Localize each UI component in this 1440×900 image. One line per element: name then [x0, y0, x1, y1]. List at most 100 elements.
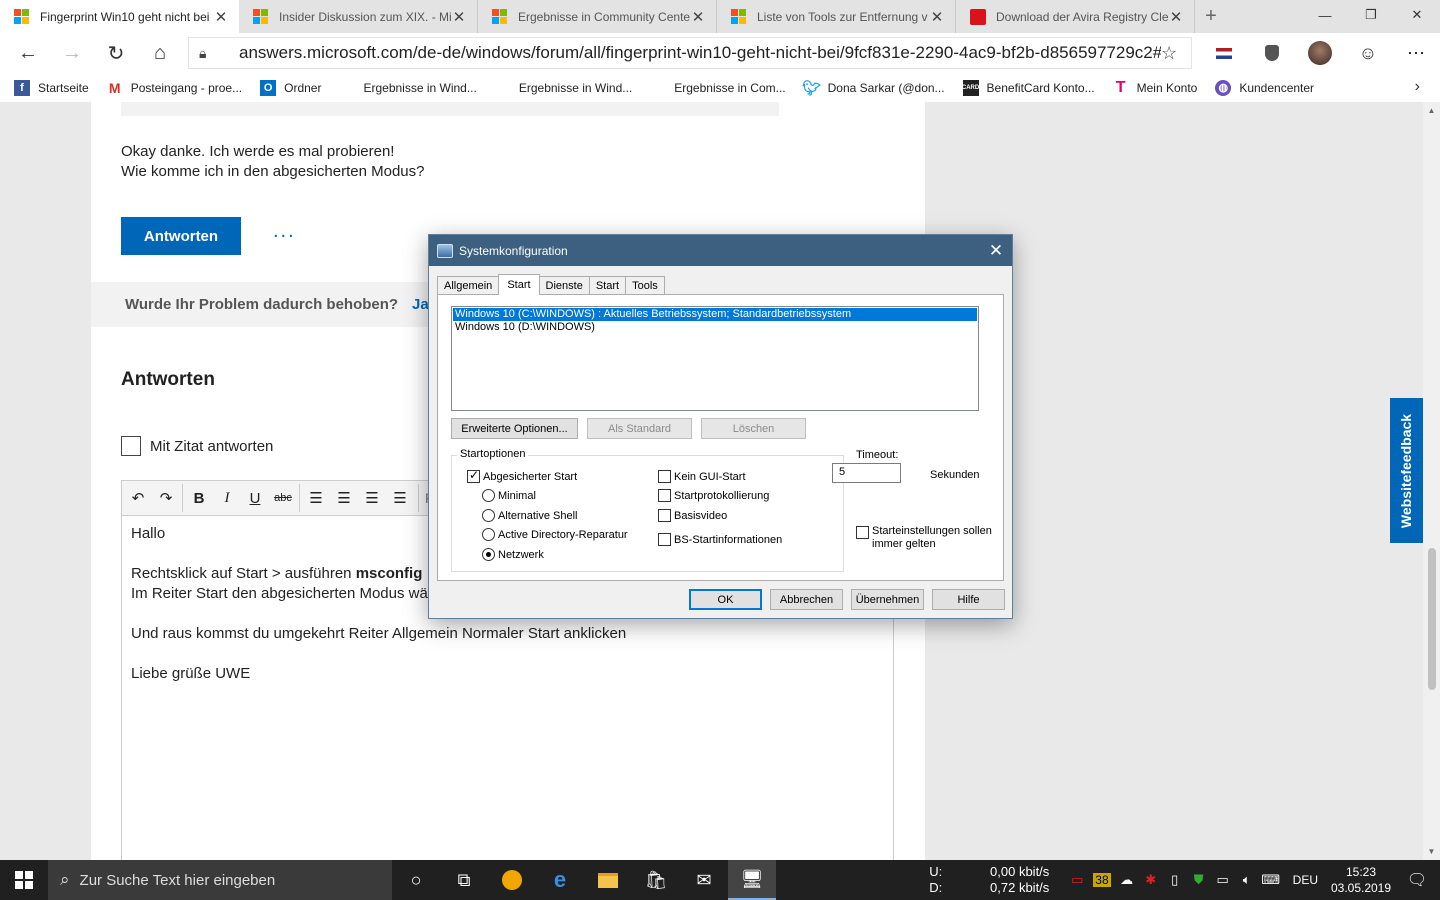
tab-close-icon[interactable]: ✕: [929, 8, 945, 26]
helpful-yes-link[interactable]: Ja: [412, 296, 429, 313]
os-boot-info-checkbox[interactable]: BS-Startinformationen: [658, 533, 782, 546]
refresh-icon[interactable]: ↻: [94, 33, 138, 73]
checkbox-box[interactable]: [658, 470, 671, 483]
browser-tab[interactable]: Insider Diskussion zum XIX. - Mi ✕: [239, 0, 478, 33]
no-gui-boot-checkbox[interactable]: Kein GUI-Start: [658, 470, 746, 483]
boot-log-checkbox[interactable]: Startprotokollierung: [658, 489, 769, 502]
make-permanent-checkbox[interactable]: Starteinstellungen sollen immer gelten: [856, 525, 996, 551]
network-radio[interactable]: Netzwerk: [482, 548, 544, 561]
edge-icon[interactable]: e: [536, 860, 584, 900]
checkbox-box[interactable]: [658, 489, 671, 502]
tab-close-icon[interactable]: ✕: [213, 8, 229, 26]
scroll-up-icon[interactable]: ▲: [1423, 106, 1440, 115]
address-bar[interactable]: 🔒︎ answers.microsoft.com/de-de/windows/f…: [188, 37, 1192, 69]
bookmark-item[interactable]: M Posteingang - proe...: [107, 80, 242, 96]
bookmark-item[interactable]: f Startseite: [14, 79, 89, 96]
italic-icon[interactable]: I: [213, 484, 241, 512]
radio-circle[interactable]: [482, 509, 495, 522]
tab-boot[interactable]: Start: [498, 274, 540, 295]
minimal-radio[interactable]: Minimal: [482, 489, 536, 502]
bookmark-item[interactable]: 🐦︎ Dona Sarkar (@don...: [802, 80, 944, 97]
radio-circle[interactable]: [482, 528, 495, 541]
scroll-down-icon[interactable]: ▼: [1423, 847, 1440, 856]
shield-extension-icon[interactable]: [1248, 33, 1296, 73]
lock-icon[interactable]: 🔒︎: [199, 45, 221, 62]
safe-boot-checkbox[interactable]: Abgesicherter Start: [467, 468, 577, 483]
bug-icon[interactable]: ✱: [1139, 872, 1163, 888]
cancel-button[interactable]: Abbrechen: [770, 589, 843, 610]
browser-tab[interactable]: Liste von Tools zur Entfernung v ✕: [717, 0, 956, 33]
tab-close-icon[interactable]: ✕: [1168, 8, 1184, 26]
start-button[interactable]: [0, 860, 48, 900]
bold-icon[interactable]: B: [185, 484, 213, 512]
checkbox-box[interactable]: [856, 526, 869, 539]
restore-icon[interactable]: ❐: [1348, 0, 1394, 30]
radio-circle[interactable]: [482, 548, 495, 561]
tab-startup[interactable]: Start: [588, 276, 627, 295]
tab-close-icon[interactable]: ✕: [690, 8, 706, 26]
network-icon[interactable]: ▭: [1211, 872, 1235, 888]
cortana-icon[interactable]: ○: [392, 860, 440, 900]
radio-circle[interactable]: [482, 489, 495, 502]
scrollbar-thumb[interactable]: [1428, 548, 1436, 690]
checkbox-box[interactable]: [121, 436, 141, 456]
bookmark-item[interactable]: O Ordner: [260, 79, 321, 96]
keyboard-icon[interactable]: ⌨: [1259, 872, 1283, 888]
file-explorer-icon[interactable]: [584, 860, 632, 900]
task-view-icon[interactable]: ⧉: [440, 860, 488, 900]
os-list-item[interactable]: Windows 10 (D:\WINDOWS): [453, 321, 977, 334]
help-button[interactable]: Hilfe: [932, 589, 1005, 610]
alternate-shell-radio[interactable]: Alternative Shell: [482, 509, 578, 522]
address-url[interactable]: answers.microsoft.com/de-de/windows/foru…: [239, 43, 1161, 63]
base-video-checkbox[interactable]: Basisvideo: [658, 509, 727, 522]
undo-icon[interactable]: ↶: [124, 484, 152, 512]
more-options-button[interactable]: ...: [273, 220, 296, 243]
notification-center-icon[interactable]: 🗨︎: [1394, 870, 1440, 890]
clock[interactable]: 15:23 03.05.2019: [1328, 864, 1394, 896]
bookmark-item[interactable]: Ergebnisse in Com...: [650, 80, 785, 96]
delete-button[interactable]: Löschen: [701, 418, 806, 439]
checkbox-box[interactable]: [658, 533, 671, 546]
language-indicator[interactable]: DEU: [1293, 873, 1318, 887]
tab-services[interactable]: Dienste: [538, 276, 590, 295]
defender-icon[interactable]: ⛊: [1187, 872, 1211, 888]
website-feedback-tab[interactable]: Websitefeedback: [1390, 398, 1423, 543]
strikethrough-icon[interactable]: abc: [269, 484, 297, 512]
settings-more-icon[interactable]: ⋯: [1392, 33, 1440, 73]
redo-icon[interactable]: ↷: [152, 484, 180, 512]
underline-icon[interactable]: U: [241, 484, 269, 512]
feedback-smiley-icon[interactable]: ☺: [1344, 33, 1392, 73]
dialog-close-icon[interactable]: ✕: [980, 241, 1012, 261]
apply-button[interactable]: Übernehmen: [851, 589, 924, 610]
store-icon[interactable]: 🛍︎: [632, 860, 680, 900]
align-center-icon[interactable]: ☰: [330, 484, 358, 512]
quote-reply-checkbox[interactable]: Mit Zitat antworten: [121, 436, 273, 456]
minimize-icon[interactable]: —: [1302, 0, 1348, 30]
align-right-icon[interactable]: ☰: [358, 484, 386, 512]
align-justify-icon[interactable]: ☰: [386, 484, 414, 512]
ok-button[interactable]: OK: [689, 589, 762, 610]
advanced-options-button[interactable]: Erweiterte Optionen...: [451, 418, 578, 439]
favorite-star-icon[interactable]: ☆: [1161, 43, 1181, 64]
edge-canary-icon[interactable]: [488, 860, 536, 900]
close-window-icon[interactable]: ✕: [1394, 0, 1440, 30]
os-list[interactable]: Windows 10 (C:\WINDOWS) : Aktuelles Betr…: [451, 306, 979, 411]
bookmark-item[interactable]: T Mein Konto: [1113, 79, 1198, 96]
browser-tab[interactable]: Ergebnisse in Community Center ✕: [478, 0, 717, 33]
tab-general[interactable]: Allgemein: [437, 276, 500, 295]
onedrive-icon[interactable]: ☁: [1115, 872, 1139, 888]
profile-avatar[interactable]: [1296, 33, 1344, 73]
page-scrollbar[interactable]: ▲ ▼: [1423, 102, 1440, 860]
tab-tools[interactable]: Tools: [625, 276, 665, 295]
forward-arrow-icon[interactable]: →: [50, 33, 94, 73]
checkbox-box[interactable]: [658, 509, 671, 522]
volume-icon[interactable]: 🔈︎: [1235, 872, 1259, 888]
bookmark-item[interactable]: Ergebnisse in Wind...: [495, 80, 632, 96]
align-left-icon[interactable]: ☰: [302, 484, 330, 512]
temperature-badge[interactable]: 38: [1093, 873, 1111, 887]
chevron-right-icon[interactable]: ›: [1415, 78, 1420, 96]
home-icon[interactable]: ⌂: [138, 33, 182, 73]
os-list-item[interactable]: Windows 10 (C:\WINDOWS) : Aktuelles Betr…: [453, 308, 977, 321]
browser-tab-active[interactable]: Fingerprint Win10 geht nicht bei ✕: [0, 0, 239, 33]
bookmark-item[interactable]: CARD BenefitCard Konto...: [962, 79, 1095, 96]
